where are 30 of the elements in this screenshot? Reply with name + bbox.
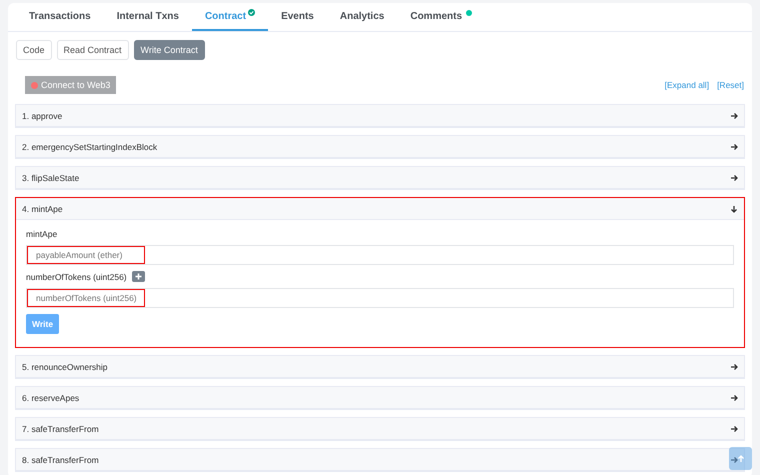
function-header[interactable]: 8. safeTransferFrom (16, 449, 744, 471)
function-title: 1. approve (22, 110, 62, 120)
function-title: 2. emergencySetStartingIndexBlock (22, 142, 158, 152)
function-header[interactable]: 3. flipSaleState (16, 167, 744, 189)
field-label: numberOfTokens (uint256) (26, 272, 127, 282)
subtab-button[interactable]: Read Contract (56, 40, 129, 60)
function-title: 4. mintApe (22, 204, 63, 214)
tab[interactable]: Transactions (16, 3, 104, 31)
function-header[interactable]: 4. mintApe (16, 198, 744, 220)
function-title: 8. safeTransferFrom (22, 454, 99, 464)
tab[interactable]: Events (268, 3, 327, 31)
tab[interactable]: Analytics (326, 3, 398, 31)
function-title: 3. flipSaleState (22, 172, 80, 182)
input-field[interactable]: payableAmount (ether) (27, 246, 145, 264)
tab[interactable]: Comments (397, 3, 486, 31)
function-header[interactable]: 6. reserveApes (16, 387, 744, 409)
function-header[interactable]: 2. emergencySetStartingIndexBlock (16, 136, 744, 158)
subtab-button[interactable]: Code (16, 40, 52, 60)
plus-icon[interactable] (132, 271, 145, 282)
input-field[interactable]: numberOfTokens (uint256) (27, 289, 145, 307)
function-header[interactable]: 5. renounceOwnership (16, 356, 744, 378)
function-header[interactable]: 7. safeTransferFrom (16, 418, 744, 440)
function-header[interactable]: 1. approve (16, 105, 744, 127)
function-title: 6. reserveApes (22, 392, 80, 402)
subtab-button[interactable]: Write Contract (134, 40, 205, 60)
function-name: mintApe (26, 229, 58, 239)
scroll-top-button[interactable] (729, 447, 752, 470)
function-title: 5. renounceOwnership (22, 362, 108, 372)
tab[interactable]: Internal Txns (104, 3, 192, 31)
function-title: 7. safeTransferFrom (22, 424, 99, 434)
